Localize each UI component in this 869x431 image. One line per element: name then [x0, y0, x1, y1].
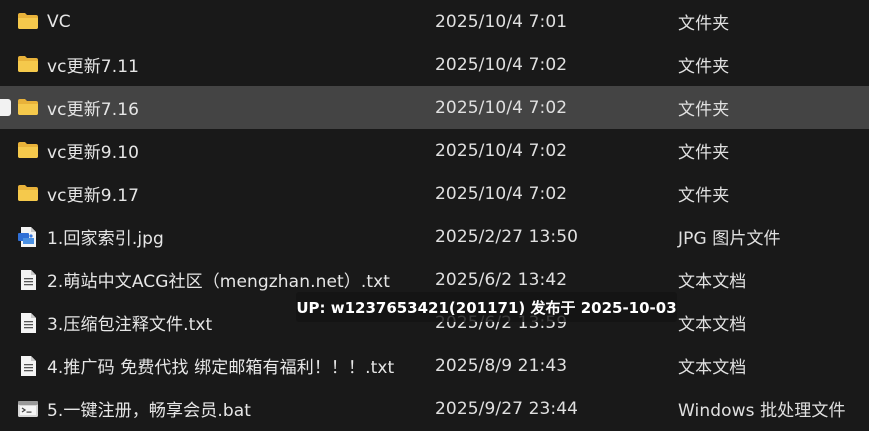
folder-icon — [17, 11, 39, 31]
file-name: 1.回家索引.jpg — [47, 229, 164, 249]
file-name: vc更新9.17 — [47, 186, 140, 206]
file-name: 3.压缩包注释文件.txt — [47, 315, 213, 335]
file-type: 文件夹 — [678, 143, 730, 163]
file-row-vc[interactable]: VC 2025/10/4 7:01 文件夹 — [0, 0, 869, 43]
file-row-vc-update-7-16[interactable]: vc更新7.16 2025/10/4 7:02 文件夹 — [0, 86, 869, 129]
file-type: JPG 图片文件 — [678, 229, 781, 249]
text-file-icon — [17, 269, 39, 290]
file-row-vc-update-9-10[interactable]: vc更新9.10 2025/10/4 7:02 文件夹 — [0, 129, 869, 172]
file-row-jpg[interactable]: 1.回家索引.jpg 2025/2/27 13:50 JPG 图片文件 — [0, 215, 869, 258]
file-type: 文本文档 — [678, 358, 747, 378]
file-type: 文件夹 — [678, 186, 730, 206]
file-name: VC — [47, 11, 71, 32]
image-file-icon — [17, 226, 39, 247]
folder-icon — [17, 140, 39, 160]
file-date: 2025/2/27 13:50 — [435, 226, 579, 247]
text-file-icon — [17, 312, 39, 333]
file-name: vc更新7.16 — [47, 100, 140, 120]
folder-icon — [17, 183, 39, 203]
file-date: 2025/10/4 7:01 — [435, 11, 568, 32]
folder-icon — [17, 54, 39, 74]
file-date: 2025/10/4 7:02 — [435, 140, 568, 161]
file-date: 2025/10/4 7:02 — [435, 54, 568, 75]
file-name: 5.一键注册，畅享会员.bat — [47, 401, 251, 421]
file-type: 文件夹 — [678, 57, 730, 77]
file-date: 2025/8/9 21:43 — [435, 355, 568, 376]
selection-checkbox[interactable] — [0, 99, 11, 116]
file-name: 2.萌站中文ACG社区（mengzhan.net）.txt — [47, 272, 391, 292]
file-type: 文件夹 — [678, 14, 730, 34]
batch-file-icon — [17, 398, 39, 418]
file-type: 文本文档 — [678, 272, 747, 292]
upload-watermark: UP: w1237653421(201171) 发布于 2025-10-03 — [296, 292, 677, 322]
file-date: 2025/6/2 13:42 — [435, 269, 568, 290]
text-file-icon — [17, 355, 39, 376]
file-name: vc更新7.11 — [47, 57, 140, 77]
folder-icon — [17, 97, 39, 117]
file-row-bat[interactable]: 5.一键注册，畅享会员.bat 2025/9/27 23:44 Windows … — [0, 387, 869, 430]
file-row-vc-update-9-17[interactable]: vc更新9.17 2025/10/4 7:02 文件夹 — [0, 172, 869, 215]
file-date: 2025/9/27 23:44 — [435, 398, 579, 419]
file-type: 文件夹 — [678, 100, 730, 120]
file-row-txt-promo-code[interactable]: 4.推广码 免费代找 绑定邮箱有福利！！！.txt 2025/8/9 21:43… — [0, 344, 869, 387]
file-list: VC 2025/10/4 7:01 文件夹 vc更新7.11 2025/10/4… — [0, 0, 869, 430]
file-name: vc更新9.10 — [47, 143, 140, 163]
file-name: 4.推广码 免费代找 绑定邮箱有福利！！！.txt — [47, 358, 395, 378]
file-type: Windows 批处理文件 — [678, 401, 846, 421]
file-type: 文本文档 — [678, 315, 747, 335]
file-date: 2025/10/4 7:02 — [435, 97, 568, 118]
file-date: 2025/10/4 7:02 — [435, 183, 568, 204]
file-row-vc-update-7-11[interactable]: vc更新7.11 2025/10/4 7:02 文件夹 — [0, 43, 869, 86]
